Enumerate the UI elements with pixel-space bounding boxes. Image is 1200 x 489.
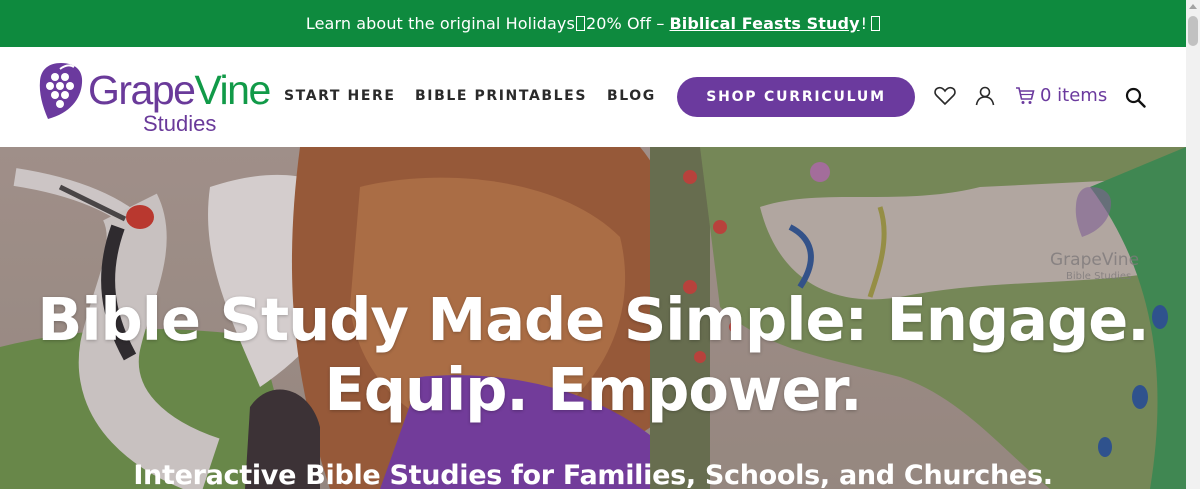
missing-glyph-icon: [575, 16, 585, 31]
logo-wordmark: GrapeVine: [88, 67, 271, 114]
announcement-discount: 20% Off –: [585, 14, 665, 33]
announcement-suffix: !: [860, 14, 868, 33]
cart-count: 0 items: [1040, 85, 1108, 106]
scroll-thumb[interactable]: [1188, 16, 1198, 46]
user-icon[interactable]: [975, 86, 995, 106]
nav-bible-printables[interactable]: BIBLE PRINTABLES: [415, 88, 587, 104]
logo-word-studies: Studies: [143, 111, 217, 136]
scroll-up-arrow-icon[interactable]: [1189, 4, 1197, 9]
search-icon[interactable]: [1125, 87, 1146, 108]
heart-icon[interactable]: [934, 86, 956, 106]
grape-logo-icon: [39, 63, 83, 119]
hero-banner: GrapeVine Bible Studies Bible Study Made…: [0, 147, 1186, 489]
site-logo[interactable]: GrapeVine Studies: [38, 61, 283, 137]
hero-subtitle: Interactive Bible Studies for Families, …: [133, 460, 1053, 489]
biblical-feasts-link[interactable]: Biblical Feasts Study: [669, 14, 859, 33]
logo-word-grape: Grape: [88, 67, 196, 113]
announcement-bar: Learn about the original Holidays 20% Off…: [0, 0, 1186, 47]
hero-title: Bible Study Made Simple: Engage. Equip. …: [0, 285, 1186, 425]
nav-blog[interactable]: BLOG: [607, 88, 656, 104]
announcement-text: Learn about the original Holidays: [305, 14, 575, 33]
missing-glyph-icon: [871, 16, 881, 31]
hero-title-line-1: Bible Study Made Simple: Engage.: [37, 285, 1149, 354]
cart-link[interactable]: 0 items: [1015, 85, 1107, 106]
site-header: GrapeVine Studies START HERE BIBLE PRINT…: [0, 47, 1186, 147]
cart-icon: [1016, 86, 1035, 104]
nav-start-here[interactable]: START HERE: [284, 88, 396, 104]
page-scrollbar[interactable]: [1186, 0, 1200, 489]
shop-curriculum-button[interactable]: SHOP CURRICULUM: [677, 77, 915, 117]
hero-title-line-2: Equip. Empower.: [324, 355, 862, 424]
logo-word-vine: Vine: [194, 67, 271, 113]
